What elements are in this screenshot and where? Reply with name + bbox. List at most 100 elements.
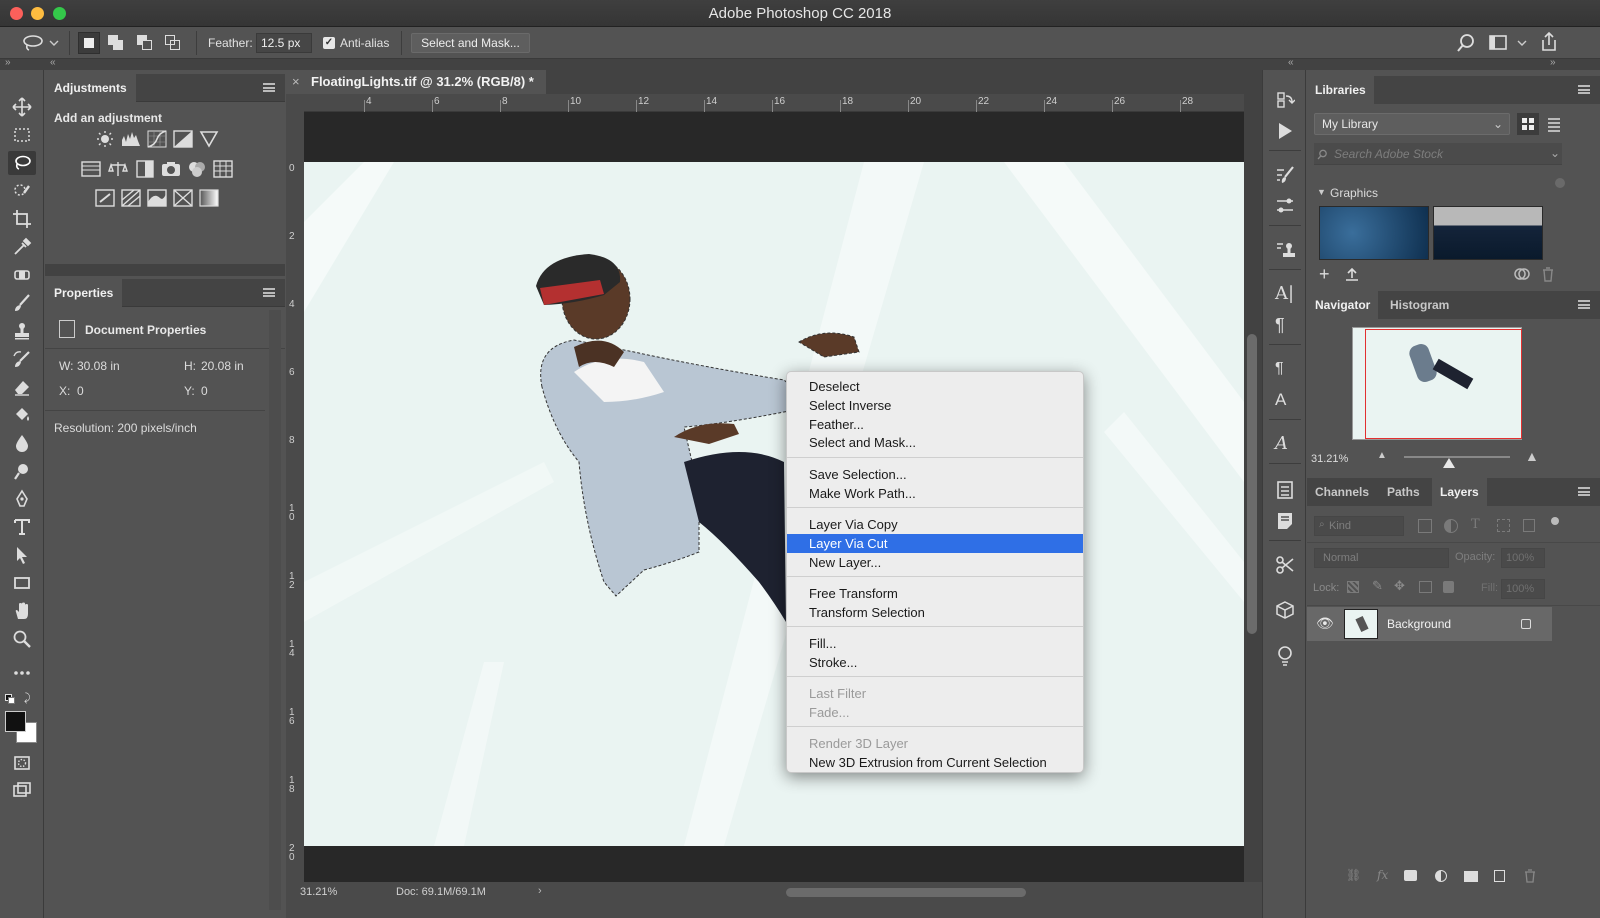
intersect-selection-button[interactable]	[165, 35, 183, 51]
trash-icon[interactable]	[1541, 266, 1555, 282]
channel-mixer-icon[interactable]	[187, 160, 207, 178]
lock-pixels-brush-icon[interactable]: ✎	[1372, 578, 1383, 594]
menu-item-feather[interactable]: Feather...	[787, 415, 1083, 434]
lock-transparent-icon[interactable]	[1347, 581, 1359, 593]
tab-channels[interactable]: Channels	[1307, 478, 1377, 506]
graphic-thumbnail-2[interactable]	[1433, 206, 1543, 260]
layer-filter-kind[interactable]: Kind	[1314, 516, 1404, 536]
horizontal-ruler[interactable]: 4 6 8 10 12 14 16 18 20 22 24 26 28	[304, 94, 1244, 112]
width-value[interactable]: 30.08 in	[77, 359, 120, 373]
navigator-zoom-value[interactable]: 31.21%	[1311, 453, 1348, 465]
filter-smart-object-icon[interactable]	[1523, 519, 1535, 532]
link-layers-icon[interactable]: ⛓	[1346, 868, 1361, 882]
paint-bucket-tool[interactable]	[8, 403, 36, 427]
antialias-checkbox[interactable]: ✓	[323, 37, 335, 49]
document-tab[interactable]: × FloatingLights.tif @ 31.2% (RGB/8) *	[286, 70, 546, 94]
rectangle-tool[interactable]	[8, 571, 36, 595]
y-value[interactable]: 0	[201, 384, 208, 398]
color-lookup-icon[interactable]	[213, 160, 233, 178]
collapse-triangle-icon[interactable]: ▼	[1317, 187, 1326, 197]
new-group-folder-icon[interactable]	[1464, 871, 1478, 882]
zoom-out-mountain-icon[interactable]: ▲	[1377, 450, 1387, 461]
lasso-tool[interactable]	[8, 151, 36, 175]
document-canvas[interactable]	[304, 162, 1244, 846]
3d-panel-icon[interactable]	[1275, 600, 1295, 620]
panel-menu-icon[interactable]	[263, 83, 275, 92]
default-colors-icon[interactable]	[5, 694, 15, 704]
panel-menu-icon[interactable]	[1578, 300, 1590, 309]
tab-layers[interactable]: Layers	[1432, 478, 1487, 506]
color-balance-icon[interactable]	[108, 160, 128, 178]
library-dropdown[interactable]: My Library ⌄	[1314, 113, 1510, 135]
paragraph-icon[interactable]: ¶	[1275, 315, 1295, 335]
x-value[interactable]: 0	[77, 384, 84, 398]
grid-view-button[interactable]	[1517, 113, 1539, 135]
brush-tool[interactable]	[8, 291, 36, 315]
blur-tool[interactable]	[8, 431, 36, 455]
menu-item-make-work-path[interactable]: Make Work Path...	[787, 484, 1083, 503]
character-icon[interactable]: A|	[1275, 284, 1295, 304]
levels-icon[interactable]	[121, 130, 141, 148]
tool-presets-icon[interactable]	[1275, 555, 1295, 575]
search-button[interactable]	[1456, 33, 1476, 53]
collapse-left-panel-icon[interactable]: «	[50, 57, 56, 68]
search-chevron-icon[interactable]: ⌄	[1550, 146, 1560, 160]
crop-tool[interactable]	[8, 207, 36, 231]
zoom-tool[interactable]	[8, 627, 36, 651]
layer-row[interactable]: 👁 Background	[1307, 607, 1552, 641]
status-menu-arrow-icon[interactable]: ›	[538, 885, 542, 897]
opacity-input[interactable]: 100%	[1501, 548, 1545, 568]
black-white-icon[interactable]	[135, 160, 155, 178]
menu-item-select-inverse[interactable]: Select Inverse	[787, 396, 1083, 415]
expand-left-icon[interactable]: »	[5, 57, 11, 68]
close-tab-icon[interactable]: ×	[292, 70, 300, 94]
brightness-contrast-icon[interactable]	[95, 130, 115, 148]
menu-item-stroke[interactable]: Stroke...	[787, 653, 1083, 672]
learn-bulb-icon[interactable]	[1275, 645, 1295, 667]
zoom-window-button[interactable]	[53, 7, 66, 20]
doc-size-info[interactable]: Doc: 69.1M/69.1M	[396, 886, 486, 898]
glyphs-icon[interactable]: A	[1275, 434, 1295, 454]
menu-item-layer-via-cut[interactable]: Layer Via Cut	[787, 534, 1083, 553]
search-stock-input[interactable]: Search Adobe Stock	[1314, 143, 1562, 165]
fill-input[interactable]: 100%	[1501, 579, 1545, 599]
foreground-color-swatch[interactable]	[5, 711, 26, 732]
healing-brush-tool[interactable]	[8, 263, 36, 287]
feather-input[interactable]: 12.5 px	[256, 33, 312, 53]
type-tool[interactable]	[8, 515, 36, 539]
posterize-icon[interactable]	[121, 189, 141, 207]
visibility-eye-icon[interactable]: 👁	[1316, 615, 1334, 632]
brush-settings-icon[interactable]	[1275, 165, 1295, 185]
panel-menu-icon[interactable]	[1578, 487, 1590, 496]
canvas-vertical-scrollbar[interactable]	[1244, 94, 1262, 882]
layer-style-fx-icon[interactable]: fx	[1377, 868, 1388, 882]
gradient-map-icon[interactable]	[199, 189, 219, 207]
properties-panel-icon[interactable]	[1275, 480, 1295, 500]
tab-histogram[interactable]: Histogram	[1382, 291, 1457, 319]
quick-mask-button[interactable]	[8, 751, 36, 775]
tab-libraries[interactable]: Libraries	[1307, 76, 1374, 104]
pen-tool[interactable]	[8, 487, 36, 511]
navigator-thumbnail[interactable]	[1352, 327, 1522, 440]
character-styles-icon[interactable]: A	[1275, 390, 1295, 410]
panel-menu-icon[interactable]	[1578, 85, 1590, 94]
brushes-sliders-icon[interactable]	[1275, 196, 1295, 216]
history-icon[interactable]	[1275, 90, 1296, 110]
hand-tool[interactable]	[8, 599, 36, 623]
menu-item-deselect[interactable]: Deselect	[787, 377, 1083, 396]
menu-item-transform-selection[interactable]: Transform Selection	[787, 603, 1083, 622]
eraser-tool[interactable]	[8, 375, 36, 399]
select-and-mask-button[interactable]: Select and Mask...	[411, 33, 530, 53]
add-content-icon[interactable]: +	[1319, 264, 1330, 285]
lock-position-icon[interactable]: ✥	[1394, 578, 1405, 594]
upload-icon[interactable]	[1344, 266, 1360, 282]
eyedropper-tool[interactable]	[8, 235, 36, 259]
marquee-tool[interactable]	[8, 123, 36, 147]
clone-source-icon[interactable]	[1275, 240, 1295, 260]
clone-stamp-tool[interactable]	[8, 319, 36, 343]
lock-artboard-icon[interactable]	[1419, 581, 1432, 593]
height-value[interactable]: 20.08 in	[201, 359, 244, 373]
libraries-scroll-icon[interactable]	[1555, 178, 1565, 188]
zoom-level[interactable]: 31.21%	[300, 886, 337, 898]
hue-saturation-icon[interactable]	[81, 160, 101, 178]
